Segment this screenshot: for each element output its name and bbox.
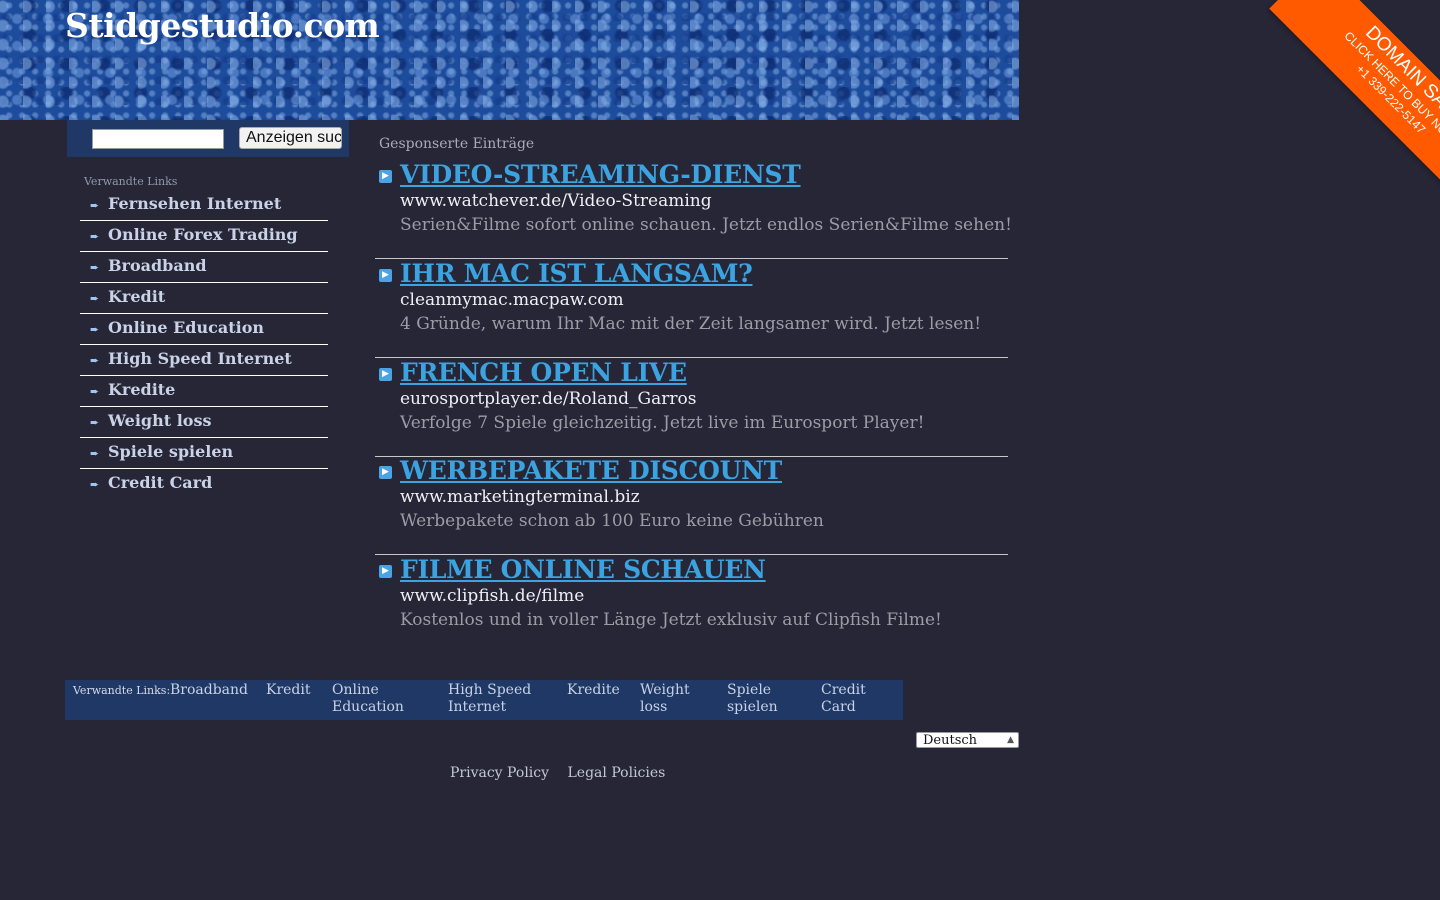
footer-link[interactable]: Kredite [567, 682, 620, 699]
updown-caret-icon: ▲ [1007, 735, 1014, 745]
header-banner: Stidgestudio.com [0, 0, 1019, 120]
ad-url[interactable]: www.marketingterminal.biz [400, 487, 640, 507]
sidebar-item-label[interactable]: Kredit [108, 287, 165, 306]
sidebar-item-label[interactable]: Fernsehen Internet [108, 194, 281, 213]
sidebar-item[interactable]: ➨ Spiele spielen [80, 438, 328, 469]
footer-link[interactable]: Credit Card [821, 682, 866, 716]
arrow-icon: ➨ [90, 385, 100, 398]
sidebar-item[interactable]: ➨ Online Education [80, 314, 328, 345]
sidebar-item-label[interactable]: Credit Card [108, 473, 212, 492]
arrow-icon: ➨ [90, 416, 100, 429]
sidebar-item-label[interactable]: Online Forex Trading [108, 225, 298, 244]
search-input[interactable] [92, 129, 224, 149]
language-select-value: Deutsch [923, 733, 978, 748]
arrow-icon: ➨ [90, 261, 100, 274]
sidebar-item[interactable]: ➨ Fernsehen Internet [80, 190, 328, 221]
ad-title-link[interactable]: IHR MAC IST LANGSAM? [400, 259, 753, 288]
footer-link[interactable]: Kredit [266, 682, 311, 699]
search-button[interactable]: Anzeigen suchen [239, 127, 342, 149]
sidebar-links: ➨ Fernsehen Internet ➨ Online Forex Tradin… [80, 190, 328, 499]
ad-listing: ▶ FRENCH OPEN LIVE eurosportplayer.de/Ro… [375, 358, 1008, 457]
ad-listing: ▶ IHR MAC IST LANGSAM? cleanmymac.macpaw… [375, 259, 1008, 358]
sidebar-item[interactable]: ➨ Kredit [80, 283, 328, 314]
sidebar-item[interactable]: ➨ Credit Card [80, 469, 328, 499]
sidebar-item[interactable]: ➨ Online Forex Trading [80, 221, 328, 252]
sidebar-item-label[interactable]: Kredite [108, 380, 175, 399]
footer-link[interactable]: Spiele spielen [727, 682, 778, 716]
ad-url[interactable]: www.clipfish.de/filme [400, 586, 584, 606]
arrow-icon: ➨ [90, 230, 100, 243]
sponsored-heading: Gesponserte Einträge [379, 136, 535, 152]
footer-link[interactable]: High Speed Internet [448, 682, 531, 716]
arrow-right-icon: ▶ [379, 565, 392, 578]
site-title[interactable]: Stidgestudio.com [65, 6, 380, 45]
ad-url[interactable]: cleanmymac.macpaw.com [400, 290, 624, 310]
sidebar-heading: Verwandte Links [84, 175, 178, 188]
sidebar-item-label[interactable]: High Speed Internet [108, 349, 292, 368]
ad-listing: ▶ VIDEO-STREAMING-DIENST www.watchever.d… [375, 160, 1012, 259]
arrow-icon: ➨ [90, 292, 100, 305]
ad-description: Verfolge 7 Spiele gleichzeitig. Jetzt li… [400, 413, 925, 433]
sidebar-item[interactable]: ➨ Weight loss [80, 407, 328, 438]
footer-link[interactable]: Online Education [332, 682, 404, 716]
ad-description: Werbepakete schon ab 100 Euro keine Gebü… [400, 511, 824, 531]
arrow-icon: ➨ [90, 199, 100, 212]
sidebar-item[interactable]: ➨ High Speed Internet [80, 345, 328, 376]
language-select[interactable]: Deutsch ▲ [916, 732, 1019, 748]
arrow-right-icon: ▶ [379, 269, 392, 282]
domain-sale-ribbon[interactable]: DOMAIN SALE CLICK HERE TO BUY NOW! +1 33… [1269, 0, 1440, 200]
arrow-right-icon: ▶ [379, 368, 392, 381]
ad-listing: ▶ FILME ONLINE SCHAUEN www.clipfish.de/f… [375, 555, 1008, 653]
ad-description: Kostenlos und in voller Länge Jetzt exkl… [400, 610, 942, 630]
ad-title-link[interactable]: FRENCH OPEN LIVE [400, 358, 687, 387]
sidebar-item-label[interactable]: Weight loss [108, 411, 211, 430]
arrow-right-icon: ▶ [379, 170, 392, 183]
sidebar-item[interactable]: ➨ Kredite [80, 376, 328, 407]
ad-description: 4 Gründe, warum Ihr Mac mit der Zeit lan… [400, 314, 982, 334]
footer-link[interactable]: Broadband [170, 682, 248, 699]
arrow-icon: ➨ [90, 447, 100, 460]
ad-url[interactable]: eurosportplayer.de/Roland_Garros [400, 389, 697, 409]
arrow-right-icon: ▶ [379, 466, 392, 479]
arrow-icon: ➨ [90, 354, 100, 367]
footer-related-links: Verwandte Links: Broadband Kredit Online… [65, 680, 903, 720]
sidebar-item-label[interactable]: Broadband [108, 256, 207, 275]
legal-policies-link[interactable]: Legal Policies [568, 765, 666, 781]
sidebar-item-label[interactable]: Online Education [108, 318, 264, 337]
sidebar-item[interactable]: ➨ Broadband [80, 252, 328, 283]
arrow-icon: ➨ [90, 478, 100, 491]
ad-title-link[interactable]: WERBEPAKETE DISCOUNT [400, 456, 782, 485]
ad-title-link[interactable]: FILME ONLINE SCHAUEN [400, 555, 766, 584]
privacy-policy-link[interactable]: Privacy Policy [450, 765, 549, 781]
ad-title-link[interactable]: VIDEO-STREAMING-DIENST [400, 160, 801, 189]
search-panel: Anzeigen suchen [67, 120, 349, 157]
ad-url[interactable]: www.watchever.de/Video-Streaming [400, 191, 712, 211]
arrow-icon: ➨ [90, 323, 100, 336]
footer-link[interactable]: Weight loss [640, 682, 690, 716]
domain-sale-ribbon-wrapper: DOMAIN SALE CLICK HERE TO BUY NOW! +1 33… [1240, 0, 1440, 200]
sidebar-item-label[interactable]: Spiele spielen [108, 442, 233, 461]
ad-description: Serien&Filme sofort online schauen. Jetz… [400, 215, 1012, 235]
legal-links: Privacy Policy Legal Policies [450, 765, 679, 781]
footer-related-label: Verwandte Links: [73, 684, 171, 697]
ad-listing: ▶ WERBEPAKETE DISCOUNT www.marketingterm… [375, 456, 1008, 555]
